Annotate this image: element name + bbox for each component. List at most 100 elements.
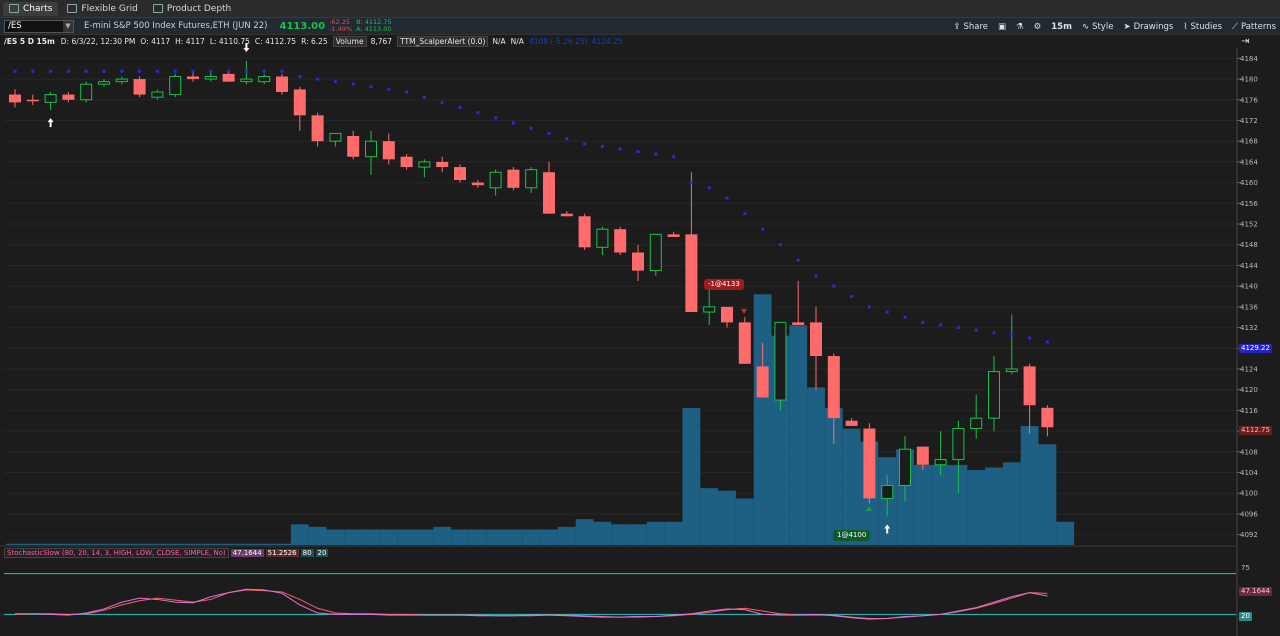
volume-bar — [379, 529, 398, 545]
settings-icon[interactable]: ⇥ — [1241, 36, 1249, 47]
volume-bar — [753, 294, 772, 545]
price-tick-label: 4176 — [1240, 96, 1258, 104]
psar-dot — [600, 144, 604, 148]
volume-bar — [1038, 444, 1057, 545]
chart-window: Charts Flexible Grid Product Depth /ES ▼ … — [0, 0, 1280, 636]
candle-body-up — [169, 75, 182, 96]
candle-body-down — [454, 167, 466, 181]
psar-dot — [1028, 336, 1032, 340]
volume-bar — [575, 519, 594, 545]
psar-dot — [814, 274, 818, 278]
psar-dot — [66, 69, 70, 73]
volume-bar — [931, 464, 950, 545]
volume-bar — [1056, 521, 1075, 545]
candle-body-up — [258, 75, 271, 83]
psar-dot — [244, 69, 248, 73]
stochastic-legend: StochasticSlow (80, 20, 14, 3, HIGH, LOW… — [4, 548, 329, 558]
candle-body-down — [62, 94, 75, 100]
volume-bar — [1002, 462, 1021, 545]
volume-bar — [646, 521, 665, 545]
price-tick-label: 4136 — [1240, 303, 1258, 311]
volume-bar — [23, 543, 42, 545]
psar-dot — [956, 326, 960, 330]
volume-bar — [166, 543, 185, 545]
psar-dot — [921, 320, 925, 324]
candle-body-down — [721, 306, 733, 323]
candle-body-up — [151, 91, 164, 98]
price-tick-label: 4100 — [1240, 490, 1258, 498]
volume-bar — [486, 529, 505, 545]
psar-dot — [298, 74, 302, 78]
psar-dot — [903, 315, 907, 319]
volume-bar — [611, 524, 630, 545]
volume-bar — [201, 543, 220, 545]
psar-dot — [974, 328, 978, 332]
candle-body-up — [240, 78, 253, 83]
volume-bar — [326, 529, 345, 545]
volume-bar — [95, 543, 113, 545]
price-tick-label: 4156 — [1240, 200, 1258, 208]
buy-trade-label[interactable]: 1@4100 — [833, 530, 871, 541]
volume-bar — [148, 543, 167, 545]
psar-dot — [155, 69, 159, 73]
candle-body-down — [667, 234, 680, 237]
candle-body-down — [293, 89, 306, 116]
candle-body-down — [222, 73, 235, 82]
psar-dot — [333, 80, 337, 84]
volume-bar — [344, 529, 363, 545]
price-tick-label: 4184 — [1240, 55, 1258, 63]
price-chart[interactable]: 4184 4180 4176 4172 4168 4164 4160 4156 4152 4148… — [0, 0, 1280, 636]
volume-bar — [290, 524, 309, 545]
psar-dot — [565, 137, 569, 141]
price-tick-label: 4092 — [1240, 531, 1258, 539]
volume-bar — [735, 498, 754, 545]
candle-body-down — [632, 252, 644, 271]
psar-dot — [387, 87, 391, 91]
candle-body-up — [899, 448, 911, 486]
psar-dot — [725, 196, 729, 200]
volume-bar — [237, 543, 256, 545]
psar-dot — [636, 150, 640, 154]
volume-bar — [540, 529, 558, 545]
volume-bar — [451, 529, 469, 545]
volume-bar — [415, 529, 434, 545]
psar-dot — [939, 323, 943, 327]
price-axis: 4184 4180 4176 4172 4168 4164 4160 4156 4152 4148… — [1236, 48, 1258, 636]
psar-dot — [173, 69, 177, 73]
volume-bar — [41, 543, 60, 545]
psar-dot — [1010, 333, 1014, 337]
candle-body-up — [489, 171, 502, 189]
volume-bar — [130, 543, 149, 545]
candle-body-up — [98, 81, 110, 85]
stoch-value-tag: 47.1644 — [1239, 587, 1272, 596]
volume-bar — [682, 408, 701, 545]
candle-body-down — [543, 172, 555, 214]
price-tick-label: 4124 — [1240, 365, 1258, 373]
candle-body-down — [792, 322, 805, 325]
candle-body-up — [115, 78, 128, 83]
volume-bar — [842, 428, 861, 545]
candle-body-down — [1041, 407, 1054, 428]
psar-dot — [850, 295, 854, 298]
price-tick-label: 4160 — [1240, 179, 1258, 187]
candle-body-down — [471, 182, 484, 186]
candle-body-up — [44, 94, 57, 103]
current-price-tag-blue: 4129.22 — [1239, 344, 1272, 353]
price-tick-label: 4172 — [1240, 117, 1258, 125]
psar-dot — [31, 69, 35, 73]
candle-body-down — [810, 322, 822, 357]
price-tick-label: 4148 — [1240, 241, 1258, 249]
candle-body-up — [418, 161, 431, 168]
sell-trade-label[interactable]: -1@4133 — [704, 279, 744, 290]
candle-body-down — [685, 234, 698, 313]
candle-body-up — [703, 306, 716, 313]
psar-dot — [120, 69, 124, 73]
price-tick-label: 4104 — [1240, 469, 1258, 477]
psar-dot — [316, 77, 320, 81]
psar-dot — [458, 106, 462, 110]
volume-bar — [629, 524, 647, 545]
candle-body-down — [436, 161, 449, 168]
candle-body-down — [26, 99, 39, 102]
candle-body-down — [187, 76, 199, 80]
stochastic-label[interactable]: StochasticSlow (80, 20, 14, 3, HIGH, LOW… — [4, 548, 229, 558]
